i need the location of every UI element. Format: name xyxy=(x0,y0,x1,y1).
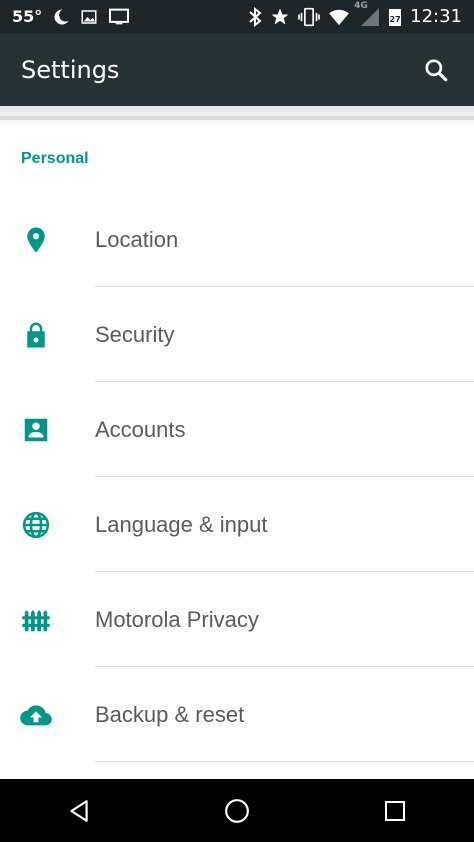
recents-icon xyxy=(385,800,405,821)
settings-item-motorola-privacy[interactable]: Motorola Privacy xyxy=(0,572,474,667)
back-button[interactable] xyxy=(49,781,109,841)
location-pin-icon xyxy=(27,227,45,252)
settings-item-backup-reset[interactable]: Backup & reset xyxy=(0,667,474,762)
settings-item-security[interactable]: Security xyxy=(0,287,474,382)
account-icon xyxy=(24,418,48,441)
search-button[interactable] xyxy=(416,50,456,90)
image-icon xyxy=(80,8,98,26)
back-icon xyxy=(70,799,88,822)
cloud-upload-icon xyxy=(20,704,52,725)
lock-icon xyxy=(27,322,45,347)
settings-item-accounts[interactable]: Accounts xyxy=(0,382,474,477)
status-bar: 55° 4G 27 12:31 xyxy=(0,0,474,33)
wifi-icon xyxy=(328,8,350,26)
moon-icon xyxy=(52,8,70,26)
recents-button[interactable] xyxy=(365,781,425,841)
star-icon xyxy=(270,7,290,27)
vibrate-icon xyxy=(298,7,320,27)
settings-item-location[interactable]: Location xyxy=(0,192,474,287)
settings-item-label: Language & input xyxy=(95,511,268,537)
app-toolbar: Settings xyxy=(0,33,474,106)
calendar-icon: 27 xyxy=(388,7,402,27)
navigation-bar xyxy=(0,779,474,842)
signal-icon: 4G xyxy=(354,1,380,27)
bluetooth-icon xyxy=(248,6,262,27)
settings-list: Location Security Accounts Language & in… xyxy=(0,192,474,762)
fence-icon xyxy=(22,609,50,631)
calendar-day: 27 xyxy=(389,14,401,24)
network-type: 4G xyxy=(354,0,368,11)
search-icon xyxy=(425,58,448,81)
settings-item-label: Backup & reset xyxy=(95,701,245,727)
divider xyxy=(95,761,474,762)
section-header-personal: Personal xyxy=(21,150,89,167)
clock: 12:31 xyxy=(410,6,462,27)
home-button[interactable] xyxy=(207,781,267,841)
settings-item-label: Motorola Privacy xyxy=(95,606,259,632)
settings-item-label: Accounts xyxy=(95,416,186,442)
cast-icon xyxy=(108,8,130,26)
temperature: 55° xyxy=(12,7,43,26)
settings-item-label: Location xyxy=(95,226,179,252)
home-icon xyxy=(225,798,249,823)
toolbar-shadow xyxy=(0,106,474,128)
globe-icon xyxy=(22,511,50,538)
settings-item-label: Security xyxy=(95,321,175,347)
settings-item-language-input[interactable]: Language & input xyxy=(0,477,474,572)
page-title: Settings xyxy=(21,55,120,84)
